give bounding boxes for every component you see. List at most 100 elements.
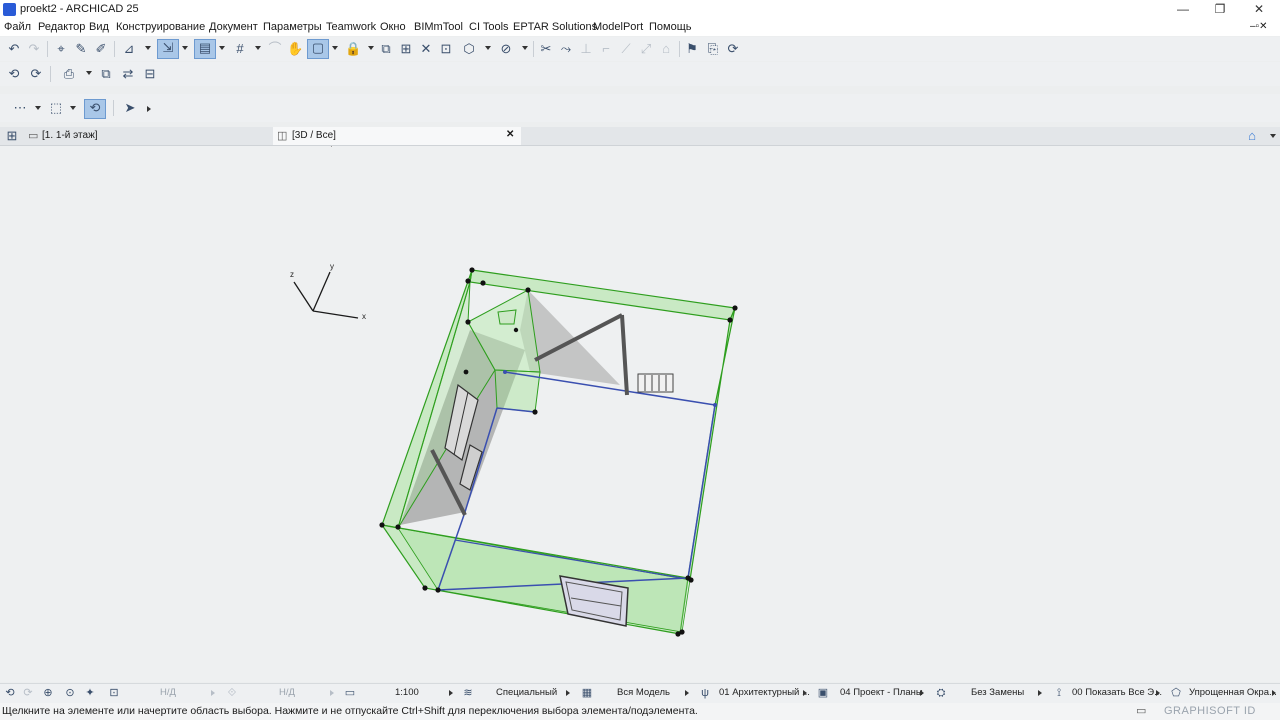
zoom-dropdown-arrow[interactable] [211, 690, 215, 696]
menu-edit[interactable]: Редактор [38, 21, 85, 33]
model-view-icon[interactable]: ▦ [581, 687, 593, 699]
menu-ci-tools[interactable]: CI Tools [469, 21, 509, 33]
menu-file[interactable]: Файл [4, 21, 31, 33]
rotate-view-icon[interactable]: ⟲ [6, 66, 22, 82]
pen-set-value[interactable]: 01 Архитектурный ... [719, 687, 810, 698]
column[interactable] [620, 314, 629, 396]
marquee-line-icon[interactable]: ⋯ [12, 100, 28, 116]
menu-view[interactable]: Вид [89, 21, 109, 33]
flag-icon[interactable]: ⚑ [684, 41, 700, 57]
orbit-view-icon[interactable]: ⊙ [64, 687, 76, 699]
view-3d-icon[interactable]: ⬡ [461, 41, 477, 57]
scale-value[interactable]: 1:100 [395, 687, 419, 698]
publish-icon[interactable]: ⎙ [61, 66, 77, 82]
tab-close-icon[interactable]: ✕ [506, 129, 514, 140]
syringe-icon[interactable]: ✐ [93, 41, 109, 57]
split-icon[interactable]: ✂ [538, 41, 554, 57]
rotated-marquee-icon[interactable]: ⟲ [84, 99, 106, 119]
grid-dropdown-arrow[interactable] [255, 46, 261, 50]
marquee-box-icon[interactable]: ⬚ [48, 100, 64, 116]
structure-dropdown-arrow[interactable] [566, 690, 570, 696]
magic-wand-icon[interactable]: ⌖ [53, 41, 69, 57]
views-menu-dropdown-arrow[interactable] [1270, 134, 1276, 138]
model-view-value[interactable]: Вся Модель [617, 687, 670, 698]
dimension-value[interactable]: 04 Проект - Планы [840, 687, 923, 698]
fillet-icon[interactable]: ⌐ [598, 41, 614, 57]
lock-dropdown-arrow[interactable] [368, 46, 374, 50]
tab-floor-plan[interactable]: ▭ [1. 1-й этаж] [26, 127, 272, 145]
override-dropdown-arrow[interactable] [1038, 690, 1042, 696]
explode-icon[interactable]: ✕ [418, 41, 434, 57]
window-box-icon[interactable]: ▢ [307, 39, 329, 59]
navigator-icon[interactable]: ⊞ [4, 128, 20, 144]
menu-modelport[interactable]: ModelPort [593, 21, 643, 33]
adjust-icon[interactable]: ⤳ [558, 41, 574, 57]
menu-design[interactable]: Конструирование [116, 21, 205, 33]
visibility-dropdown-arrow[interactable] [522, 46, 528, 50]
explore-icon[interactable]: ✦ [84, 687, 96, 699]
refresh-model-icon[interactable]: ⟳ [725, 41, 741, 57]
lock-icon[interactable]: 🔒 [345, 41, 361, 57]
maximize-button[interactable]: ❐ [1201, 0, 1239, 20]
window-box-dropdown-arrow[interactable] [332, 46, 338, 50]
renovation-filter-value[interactable]: 00 Показать Все Э... [1072, 687, 1162, 698]
dimension-dropdown-arrow[interactable] [920, 690, 924, 696]
receive-changes-icon[interactable]: ⊟ [142, 66, 158, 82]
3d-viewport[interactable]: y z x [0, 146, 1280, 682]
redo-view-icon[interactable]: ⟳ [22, 687, 34, 699]
override-icon[interactable]: ⛭ [935, 687, 947, 699]
layout-icon[interactable]: ⊡ [438, 41, 454, 57]
menu-document[interactable]: Документ [209, 21, 258, 33]
arrow-tool-icon[interactable]: ➤ [122, 100, 138, 116]
menu-options[interactable]: Параметры [263, 21, 322, 33]
partial-structure-dropdown-arrow[interactable] [1272, 690, 1276, 696]
model-compare-icon[interactable]: ⧉ [98, 66, 114, 82]
connect-icon[interactable]: ⎘ [705, 41, 721, 57]
floor-plan-dropdown-arrow[interactable] [145, 46, 151, 50]
group-icon[interactable]: ⧉ [378, 41, 394, 57]
views-menu-icon[interactable]: ⌂ [1244, 128, 1260, 144]
menu-window[interactable]: Окно [380, 21, 406, 33]
offset-icon[interactable]: ⟋ [618, 41, 634, 57]
close-button[interactable]: ✕ [1240, 0, 1278, 20]
tab-3d-view[interactable]: ◫ [3D / Все] ✕ [273, 127, 521, 145]
menu-bimmtool[interactable]: BIMmTool [414, 21, 463, 33]
send-changes-icon[interactable]: ⇄ [120, 66, 136, 82]
pen-set-dropdown-arrow[interactable] [803, 690, 807, 696]
rotation-icon[interactable]: ⟐ [226, 687, 238, 699]
model-view-dropdown-arrow[interactable] [685, 690, 689, 696]
minimize-button[interactable]: — [1164, 0, 1202, 20]
display-icon[interactable]: ▭ [1136, 704, 1146, 717]
orbit-icon[interactable]: ⟳ [28, 66, 44, 82]
dimension-icon[interactable]: ▣ [817, 687, 829, 699]
structure-display-value[interactable]: Специальный [496, 687, 557, 698]
roof-icon[interactable]: ⌂ [658, 41, 674, 57]
layers-icon[interactable]: ▤ [194, 39, 216, 59]
guide-line-icon[interactable]: ⌒ [267, 41, 283, 57]
trace-icon[interactable]: ⇲ [157, 39, 179, 59]
zoom-in-icon[interactable]: ⊕ [42, 687, 54, 699]
redo-icon[interactable]: ↷ [26, 41, 42, 57]
visibility-icon[interactable]: ⊘ [498, 41, 514, 57]
arrow-tool-menu-arrow[interactable] [147, 106, 154, 112]
scale-icon[interactable]: ▭ [344, 687, 356, 699]
radiator[interactable] [637, 373, 674, 393]
cursor-snap-icon[interactable]: ✋ [287, 41, 303, 57]
view-3d-dropdown-arrow[interactable] [485, 46, 491, 50]
3d-model-canvas[interactable]: y z x [0, 146, 1280, 682]
partial-structure-value[interactable]: Упрощенная Окра... [1189, 687, 1277, 698]
scale-dropdown-arrow[interactable] [449, 690, 453, 696]
marquee-line-dropdown-arrow[interactable] [35, 106, 41, 110]
undo-icon[interactable]: ↶ [6, 41, 22, 57]
renovation-dropdown-arrow[interactable] [1156, 690, 1160, 696]
publish-dropdown-arrow[interactable] [86, 71, 92, 75]
pen-set-icon[interactable]: ψ [699, 687, 711, 699]
layers-dropdown-arrow[interactable] [219, 46, 225, 50]
undo-view-icon[interactable]: ⟲ [4, 687, 16, 699]
intersect-icon[interactable]: ⊥ [578, 41, 594, 57]
floor-plan-icon[interactable]: ⊿ [121, 41, 137, 57]
layer-combination-icon[interactable]: ≋ [462, 687, 474, 699]
graphisoft-id-link[interactable]: GRAPHISOFT ID [1164, 705, 1256, 717]
small-box[interactable] [497, 309, 517, 325]
grid-icon[interactable]: # [232, 41, 248, 57]
